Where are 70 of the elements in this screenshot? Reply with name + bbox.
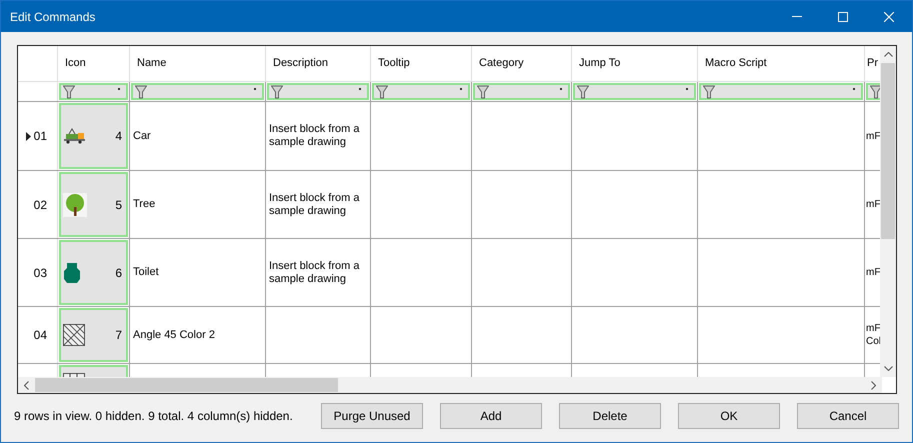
scroll-down-icon[interactable] xyxy=(884,366,892,371)
icon-count: 5 xyxy=(115,196,122,214)
name-text: Tree xyxy=(133,198,156,211)
funnel-icon xyxy=(703,84,715,98)
row-header[interactable]: 01 xyxy=(18,102,58,170)
icon-cell[interactable]: 4 xyxy=(59,103,128,169)
icon-count: 4 xyxy=(115,128,122,145)
horizontal-scrollbar[interactable] xyxy=(18,377,882,393)
truck-icon xyxy=(63,128,87,144)
icon-count: 7 xyxy=(115,327,122,344)
funnel-icon xyxy=(63,84,75,98)
window-title: Edit Commands xyxy=(10,8,96,26)
row-number: 04 xyxy=(34,327,47,344)
name-text: Angle 45 Color 2 xyxy=(133,328,215,342)
dialog-button[interactable]: Cancel xyxy=(797,402,899,428)
row-header[interactable]: 04 xyxy=(18,307,58,363)
status-text: 9 rows in view. 0 hidden. 9 total. 4 column(s) hidden. xyxy=(14,408,294,424)
column-text: mF xyxy=(866,198,881,211)
filter-field[interactable] xyxy=(473,83,570,100)
minimize-icon xyxy=(792,16,802,17)
column-header[interactable]: Name xyxy=(137,55,166,72)
description-text: Insert block from a sample drawing xyxy=(269,192,360,218)
funnel-icon xyxy=(135,84,147,98)
icon-count: 6 xyxy=(115,264,122,282)
column-header[interactable]: Icon xyxy=(65,55,86,72)
funnel-icon xyxy=(477,84,489,98)
name-text: Toilet xyxy=(133,266,159,279)
funnel-icon xyxy=(271,84,283,98)
scrollbar-thumb[interactable] xyxy=(35,378,338,392)
dialog-button[interactable]: Delete xyxy=(559,402,661,428)
filter-field[interactable] xyxy=(573,83,696,100)
column-text: mF xyxy=(866,130,881,142)
filter-field[interactable] xyxy=(59,83,128,100)
scrollbar-thumb[interactable] xyxy=(881,63,895,239)
scroll-up-icon[interactable] xyxy=(884,52,892,57)
toilet-icon xyxy=(63,262,81,282)
tree-icon xyxy=(63,192,87,216)
row-header[interactable]: 03 xyxy=(18,239,58,306)
filter-field[interactable] xyxy=(131,83,264,100)
hatch-pattern-icon xyxy=(63,324,85,346)
filter-field[interactable] xyxy=(699,83,863,100)
column-text: mF xyxy=(866,266,881,279)
icon-cell[interactable]: 5 xyxy=(59,172,128,237)
column-header[interactable]: Category xyxy=(479,55,524,72)
scroll-right-icon[interactable] xyxy=(871,380,876,390)
icon-cell[interactable]: 7 xyxy=(59,308,128,362)
column-header[interactable]: Jump To xyxy=(579,55,620,72)
column-header[interactable]: Tooltip xyxy=(378,55,410,72)
funnel-icon xyxy=(376,84,388,98)
description-text: Insert block from a sample drawing xyxy=(269,260,360,286)
dialog-button[interactable]: Add xyxy=(440,402,542,428)
row-number: 03 xyxy=(34,264,47,282)
filter-field[interactable] xyxy=(267,83,369,100)
maximize-icon xyxy=(838,12,848,22)
column-header[interactable]: Pr xyxy=(867,55,878,72)
icon-cell[interactable]: 6 xyxy=(59,240,128,305)
vertical-scrollbar[interactable] xyxy=(880,46,896,377)
row-header[interactable]: 02 xyxy=(18,171,58,238)
close-icon xyxy=(884,12,894,22)
column-header[interactable]: Macro Script xyxy=(705,55,767,72)
filter-field[interactable] xyxy=(372,83,470,100)
dialog-button[interactable]: Purge Unused xyxy=(321,402,423,428)
scroll-left-icon[interactable] xyxy=(24,380,29,390)
funnel-icon xyxy=(577,84,589,98)
description-text: Insert block from a sample drawing xyxy=(269,123,360,149)
row-number: 01 xyxy=(34,128,47,145)
name-text: Car xyxy=(133,130,151,142)
dialog-button[interactable]: OK xyxy=(678,402,780,428)
column-header[interactable]: Description xyxy=(273,55,328,72)
row-number: 02 xyxy=(34,196,47,214)
